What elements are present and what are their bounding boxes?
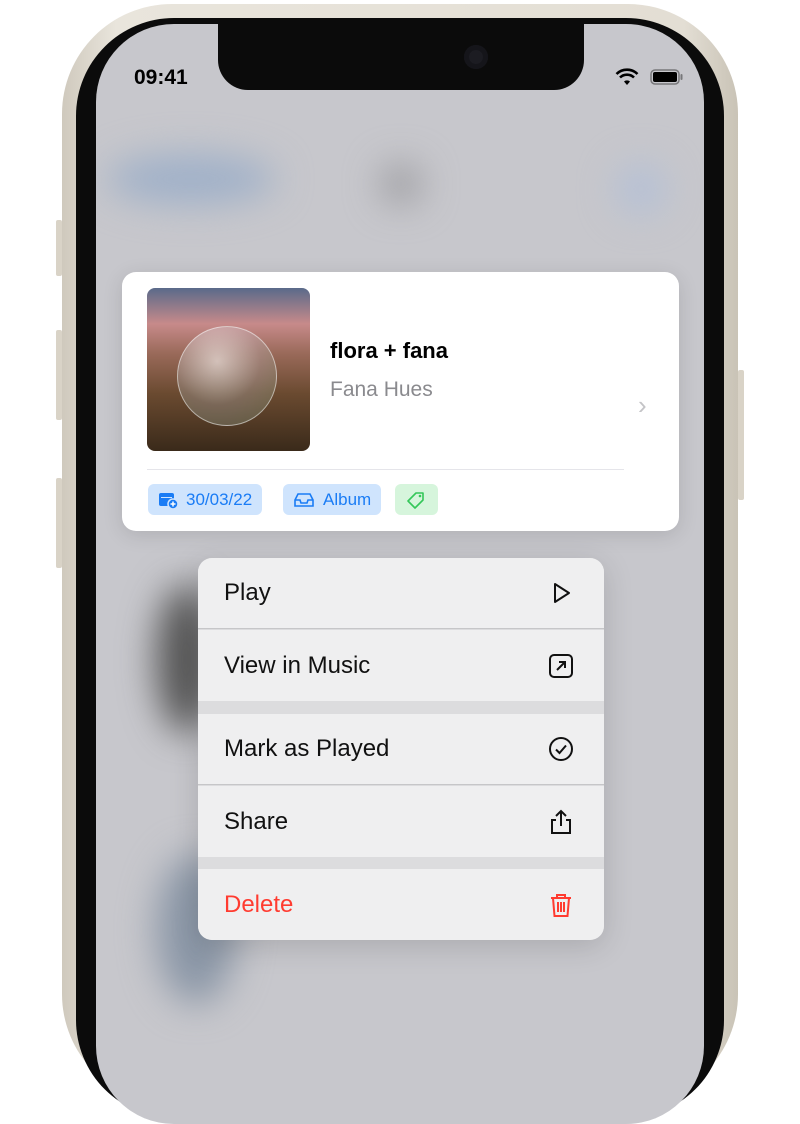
- battery-icon: [650, 69, 683, 85]
- menu-item-play[interactable]: Play: [198, 558, 604, 629]
- share-icon: [551, 809, 571, 834]
- volume-down-button: [56, 478, 62, 568]
- chevron-right-icon[interactable]: ›: [638, 390, 647, 421]
- artist-name: Fana Hues: [330, 378, 433, 401]
- menu-item-label: Share: [224, 807, 289, 835]
- notch: [218, 18, 584, 90]
- menu-item-mark-as-played[interactable]: Mark as Played: [198, 714, 604, 785]
- trash-icon: [551, 893, 571, 917]
- menu-item-share[interactable]: Share: [198, 786, 604, 857]
- menu-item-label: Play: [224, 579, 271, 606]
- menu-item-delete[interactable]: Delete: [198, 869, 604, 940]
- calendar-badge-plus-icon: [159, 492, 178, 509]
- album-chip[interactable]: Album: [283, 484, 382, 515]
- volume-up-button: [56, 330, 62, 420]
- album-artwork: [147, 288, 310, 451]
- context-menu: Play View in Music Mark as Played Share …: [198, 558, 604, 940]
- arrow-up-right-square-icon: [549, 653, 573, 678]
- tag-icon: [407, 491, 424, 509]
- menu-item-view-in-music[interactable]: View in Music: [198, 630, 604, 701]
- podcast-preview-card[interactable]: flora + fana Fana Hues › 30/03/22 Album: [122, 272, 679, 531]
- wifi-icon: [615, 68, 639, 85]
- date-chip[interactable]: 30/03/22: [148, 484, 263, 515]
- side-button: [738, 370, 744, 500]
- date-label: 30/03/22: [186, 489, 253, 509]
- menu-item-label: Delete: [224, 890, 294, 918]
- mute-switch: [56, 220, 62, 276]
- menu-item-label: Mark as Played: [224, 735, 390, 762]
- tag-chip[interactable]: [395, 484, 438, 515]
- play-icon: [554, 583, 570, 603]
- status-time: 09:41: [134, 66, 188, 89]
- divider: [147, 469, 624, 470]
- menu-item-label: View in Music: [224, 651, 371, 679]
- checkmark-circle-icon: [549, 737, 573, 761]
- camera: [464, 45, 488, 69]
- album-label: Album: [323, 489, 372, 509]
- album-title: flora + fana: [330, 338, 448, 363]
- tray-icon: [294, 492, 314, 507]
